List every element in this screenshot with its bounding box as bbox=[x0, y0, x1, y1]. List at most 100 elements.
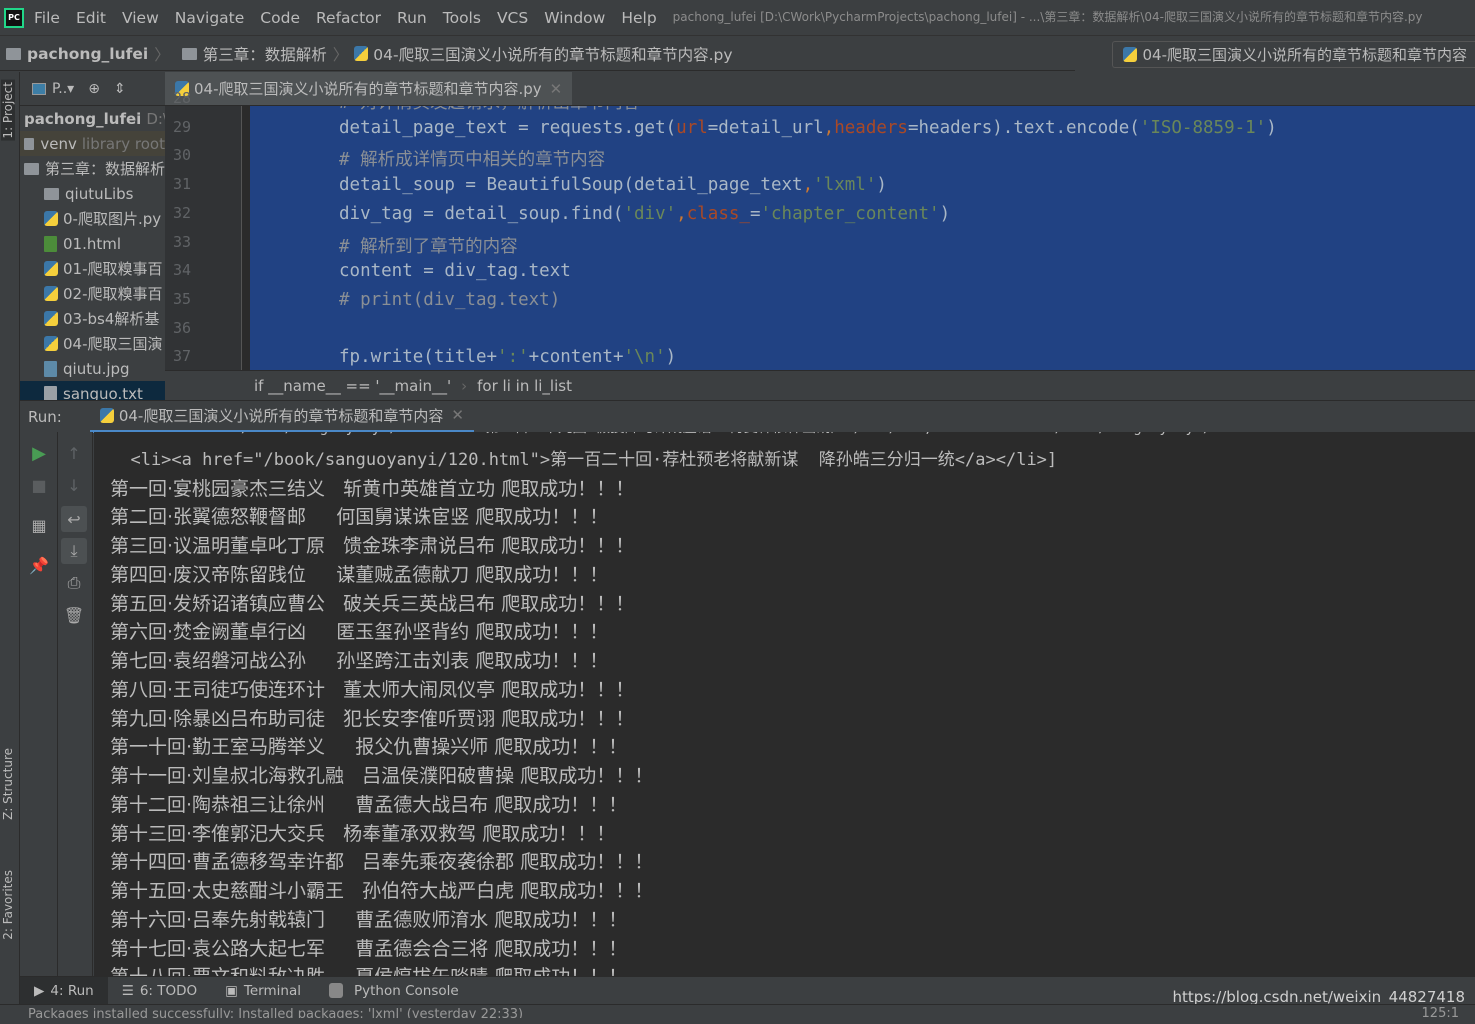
tool-tab-python-console-label: Python Console bbox=[353, 982, 459, 999]
tool-tab-todo[interactable]: ☰ 6: TODO bbox=[108, 977, 211, 1005]
tree-item[interactable]: 03-bs4解析基 bbox=[20, 306, 165, 331]
close-run-tab-icon[interactable]: ✕ bbox=[451, 406, 464, 424]
tree-item[interactable]: qiutuLibs bbox=[20, 181, 165, 206]
tree-item[interactable]: 04-爬取三国演 bbox=[20, 331, 165, 356]
code-token: = bbox=[749, 203, 761, 224]
menu-tools[interactable]: Tools bbox=[443, 9, 481, 27]
tool-tab-run-label: 4: Run bbox=[50, 982, 94, 999]
soft-wrap-icon[interactable]: ↩ bbox=[61, 506, 87, 532]
line-number: 37 bbox=[173, 347, 192, 366]
print-icon[interactable]: ⎙ bbox=[63, 572, 85, 594]
code-crumb[interactable]: if __name__ == '__main__' bbox=[254, 377, 451, 395]
python-file-icon bbox=[44, 286, 58, 301]
tool-tab-favorites[interactable]: 2: Favorites bbox=[1, 870, 15, 940]
tree-item[interactable]: venv library root bbox=[20, 131, 165, 156]
tool-tab-python-console[interactable]: Python Console bbox=[315, 977, 473, 1005]
menu-refactor[interactable]: Refactor bbox=[316, 9, 381, 27]
code-token: # 解析成详情页中相关的章节内容 bbox=[339, 150, 606, 171]
code-line: # 解析到了章节的内容 bbox=[339, 233, 518, 258]
tree-item[interactable]: 0-爬取图片.py bbox=[20, 206, 165, 231]
code-crumb[interactable]: for li in li_list bbox=[477, 377, 572, 395]
list-icon: ☰ bbox=[121, 982, 134, 999]
collapse-all-icon[interactable]: ⇕ bbox=[114, 81, 126, 97]
line-number: 28 bbox=[173, 89, 192, 107]
run-config-selector[interactable]: 04-爬取三国演义小说所有的章节标题和章节内容 bbox=[1112, 41, 1475, 68]
code-token: '\n' bbox=[623, 347, 666, 368]
folder-icon bbox=[6, 47, 21, 60]
arrow-down-icon[interactable]: ↓ bbox=[63, 474, 85, 496]
editor-tab-active[interactable]: 04-爬取三国演义小说所有的章节标题和章节内容.py ✕ bbox=[165, 72, 573, 105]
tree-item-label: 01.html bbox=[63, 234, 122, 253]
menu-run[interactable]: Run bbox=[397, 9, 427, 27]
code-token: # print(div_tag.text) bbox=[339, 289, 561, 310]
nav-crumb-file[interactable]: 04-爬取三国演义小说所有的章节标题和章节内容.py bbox=[373, 43, 732, 65]
code-token: ':' bbox=[497, 347, 529, 368]
code-token: # 对详情页发起请求，解析出章节内容 bbox=[339, 106, 640, 113]
code-token: url bbox=[676, 117, 708, 138]
menu-bar: PC File Edit View Navigate Code Refactor… bbox=[0, 0, 1475, 36]
nav-crumb-folder[interactable]: 第三章：数据解析 bbox=[203, 43, 327, 65]
scroll-to-end-icon[interactable]: ⤓ bbox=[61, 538, 87, 564]
tree-item[interactable]: qiutu.jpg bbox=[20, 356, 165, 381]
code-token: 'ISO-8859-1' bbox=[1139, 117, 1267, 138]
tree-item[interactable]: pachong_lufeiD:\C bbox=[20, 106, 165, 131]
stop-icon[interactable]: ■ bbox=[28, 474, 50, 496]
console-line: 第九回·除暴凶吕布助司徒 犯长安李傕听贾诩 爬取成功！！！ bbox=[110, 707, 635, 730]
project-view-selector[interactable]: P..▾ bbox=[32, 81, 74, 97]
tool-tab-project[interactable]: 1: Project bbox=[1, 80, 15, 141]
code-token: ) bbox=[1266, 117, 1277, 138]
tool-tab-structure[interactable]: Z: Structure bbox=[1, 748, 15, 820]
pin-icon[interactable]: 📌 bbox=[28, 554, 50, 576]
tree-item-label: 01-爬取糗事百 bbox=[63, 260, 163, 278]
tree-item[interactable]: 第三章：数据解析 bbox=[20, 156, 165, 181]
code-line: fp.write(title+':'+content+'\n') bbox=[339, 347, 676, 367]
code-token: ) bbox=[876, 175, 887, 196]
line-number: 30 bbox=[173, 146, 192, 165]
terminal-icon: ▣ bbox=[225, 982, 238, 999]
tree-item-label: qiutu.jpg bbox=[63, 359, 130, 378]
python-file-icon bbox=[44, 311, 58, 326]
caret-position[interactable]: 125:1 bbox=[1422, 1004, 1459, 1024]
code-token: , bbox=[802, 175, 814, 196]
code-token: headers bbox=[834, 117, 908, 138]
tree-item[interactable]: 01-爬取糗事百 bbox=[20, 256, 165, 281]
layout-icon[interactable]: ▦ bbox=[28, 514, 50, 536]
status-bar-message: Packages installed successfully: Install… bbox=[0, 1004, 1475, 1018]
tool-tab-run[interactable]: ▶ 4: Run bbox=[20, 976, 108, 1005]
nav-crumb-project[interactable]: pachong_lufei bbox=[27, 45, 148, 63]
editor-tab-label: 04-爬取三国演义小说所有的章节标题和章节内容.py bbox=[194, 80, 542, 98]
menu-edit[interactable]: Edit bbox=[76, 9, 106, 27]
line-number: 36 bbox=[173, 318, 192, 337]
project-toolbar: P..▾ ⊕ ⇕ bbox=[20, 72, 165, 106]
menu-window[interactable]: Window bbox=[544, 9, 605, 27]
code-line: # 解析成详情页中相关的章节内容 bbox=[339, 146, 605, 171]
menu-vcs[interactable]: VCS bbox=[497, 9, 528, 27]
img-file-icon bbox=[44, 360, 57, 377]
menu-file[interactable]: File bbox=[34, 9, 60, 27]
tree-item-label: venv bbox=[40, 134, 77, 153]
rerun-icon[interactable]: ▶ bbox=[28, 442, 50, 464]
menu-help[interactable]: Help bbox=[621, 9, 656, 27]
console-line: 第十五回·太史慈酣斗小霸王 孙伯符大战严白虎 爬取成功！！！ bbox=[110, 880, 654, 902]
run-tab[interactable]: 04-爬取三国演义小说所有的章节标题和章节内容 ✕ bbox=[89, 401, 474, 433]
menu-view[interactable]: View bbox=[122, 9, 159, 27]
arrow-up-icon[interactable]: ↑ bbox=[63, 442, 85, 464]
close-tab-icon[interactable]: ✕ bbox=[550, 80, 563, 98]
python-file-icon bbox=[44, 336, 58, 351]
locate-icon[interactable]: ⊕ bbox=[88, 81, 100, 97]
run-console-output[interactable]: <li><a href="/book/sanguoyanyi/119.html"… bbox=[94, 432, 1475, 976]
tree-item[interactable]: 01.html bbox=[20, 231, 165, 256]
project-panel: P..▾ ⊕ ⇕ pachong_lufeiD:\Cvenvlibrary ro… bbox=[20, 72, 165, 400]
menu-code[interactable]: Code bbox=[260, 9, 300, 27]
tool-tab-terminal[interactable]: ▣ Terminal bbox=[211, 977, 315, 1005]
trash-icon[interactable]: 🗑 bbox=[63, 604, 85, 626]
tree-item[interactable]: sanguo.txt bbox=[20, 381, 165, 400]
window-title: pachong_lufei [D:\CWork\PycharmProjects\… bbox=[672, 10, 1423, 24]
menu-navigate[interactable]: Navigate bbox=[175, 9, 245, 27]
python-icon bbox=[1123, 47, 1138, 62]
tree-item[interactable]: 02-爬取糗事百 bbox=[20, 281, 165, 306]
code-token: 'div' bbox=[623, 203, 677, 224]
editor: 04-爬取三国演义小说所有的章节标题和章节内容.py ✕ 28 29 30 31 32 3… bbox=[165, 72, 1475, 400]
console-line: 第十六回·吕奉先射戟辕门 曹孟德败师淯水 爬取成功！！！ bbox=[110, 908, 628, 931]
code-area[interactable]: # 对详情页发起请求，解析出章节内容 detail_page_text = req… bbox=[250, 106, 1475, 370]
